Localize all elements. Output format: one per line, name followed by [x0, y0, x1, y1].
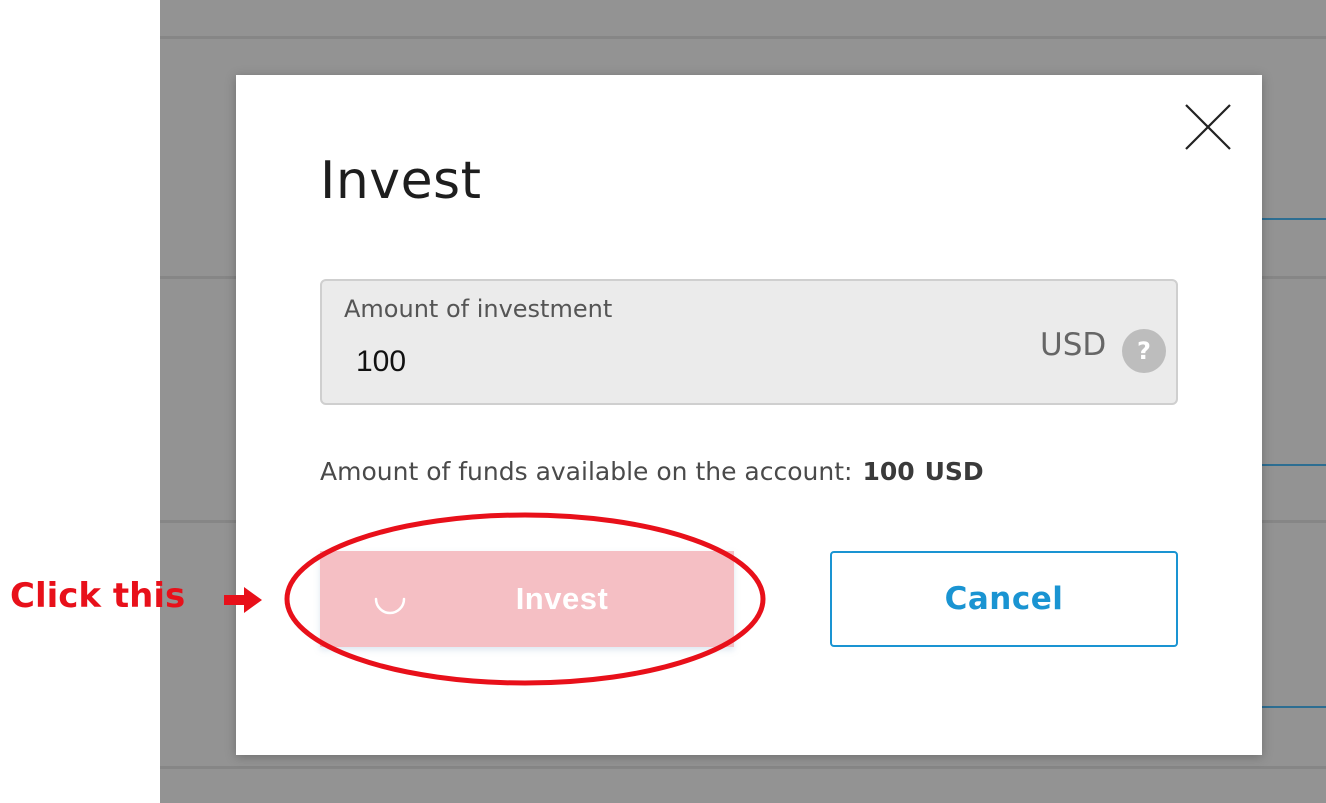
available-funds-label: Amount of funds available on the account…	[320, 457, 853, 486]
amount-field-label: Amount of investment	[344, 295, 613, 323]
invest-dialog: Invest Amount of investment USD ? Amount…	[236, 75, 1262, 755]
available-funds-currency: USD	[924, 457, 984, 486]
annotation-label: Click this	[10, 576, 186, 616]
question-circle-icon[interactable]: ?	[1122, 329, 1166, 373]
background-accent-line	[1256, 218, 1326, 220]
background-row-divider	[160, 766, 1326, 769]
amount-currency: USD	[1040, 327, 1107, 363]
invest-button-label: Invest	[515, 581, 609, 616]
close-icon	[1185, 104, 1231, 150]
available-funds-value: 100	[862, 457, 915, 486]
dialog-title: Invest	[320, 151, 482, 211]
invest-button[interactable]: Invest	[320, 551, 734, 647]
page: Invest Amount of investment USD ? Amount…	[0, 0, 1326, 803]
background-accent-line	[1256, 464, 1326, 466]
amount-field[interactable]: Amount of investment USD ?	[320, 279, 1178, 405]
close-button[interactable]	[1180, 99, 1236, 155]
background-row-divider	[160, 36, 1326, 39]
available-funds: Amount of funds available on the account…	[320, 457, 984, 486]
background-accent-line	[1256, 706, 1326, 708]
amount-input[interactable]	[356, 339, 956, 385]
cancel-button[interactable]: Cancel	[830, 551, 1178, 647]
arrow-right-icon	[224, 587, 262, 613]
